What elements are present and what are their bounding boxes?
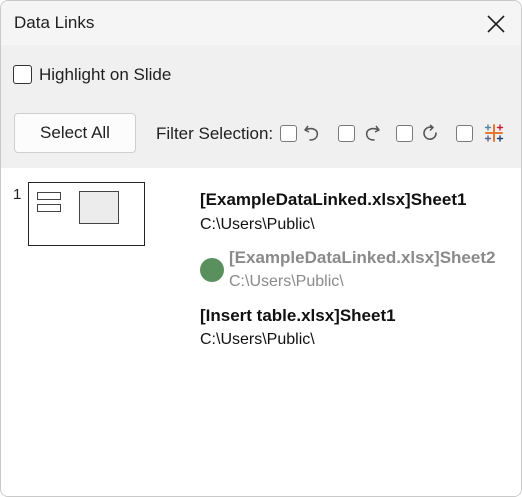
link-name[interactable]: [Insert table.xlsx]Sheet1 xyxy=(200,306,396,326)
filter-undo-checkbox[interactable] xyxy=(280,125,297,142)
redo-icon xyxy=(365,125,380,141)
thumbnail-shape xyxy=(37,192,61,200)
refresh-icon xyxy=(423,124,437,140)
filter-tableau-button[interactable] xyxy=(482,121,504,143)
links-list: 1 [ExampleDataLinked.xlsx]Sheet1 C:\User… xyxy=(1,168,521,496)
thumbnail-shape xyxy=(79,191,119,224)
filter-redo-button[interactable] xyxy=(360,122,382,144)
title-bar: Data Links xyxy=(1,1,521,45)
filter-refresh-button[interactable] xyxy=(419,122,441,144)
highlight-on-slide-label: Highlight on Slide xyxy=(39,65,172,84)
close-button[interactable] xyxy=(483,11,509,37)
link-path: C:\Users\Public\ xyxy=(229,273,344,290)
data-links-panel: Data Links Highlight on Slide Select All… xyxy=(0,0,522,497)
select-all-button[interactable]: Select All xyxy=(14,113,136,153)
filter-selection-label: Filter Selection: xyxy=(156,124,274,143)
panel-title: Data Links xyxy=(14,13,95,32)
undo-icon xyxy=(304,125,319,141)
link-name[interactable]: [ExampleDataLinked.xlsx]Sheet2 xyxy=(229,248,495,268)
toolbar: Highlight on Slide Select All Filter Sel… xyxy=(1,45,521,168)
link-status-dot xyxy=(200,258,224,282)
filter-undo-button[interactable] xyxy=(302,122,324,144)
filter-redo-checkbox[interactable] xyxy=(338,125,355,142)
slide-number: 1 xyxy=(13,186,22,203)
link-path: C:\Users\Public\ xyxy=(200,331,315,348)
filter-refresh-checkbox[interactable] xyxy=(396,125,413,142)
thumbnail-shape xyxy=(37,204,61,212)
filter-tableau-checkbox[interactable] xyxy=(456,125,473,142)
highlight-on-slide-checkbox[interactable] xyxy=(13,65,32,84)
link-name[interactable]: [ExampleDataLinked.xlsx]Sheet1 xyxy=(200,190,466,210)
tableau-icon xyxy=(484,124,504,142)
close-icon xyxy=(487,15,505,33)
link-path: C:\Users\Public\ xyxy=(200,216,315,233)
slide-thumbnail[interactable] xyxy=(28,182,145,246)
